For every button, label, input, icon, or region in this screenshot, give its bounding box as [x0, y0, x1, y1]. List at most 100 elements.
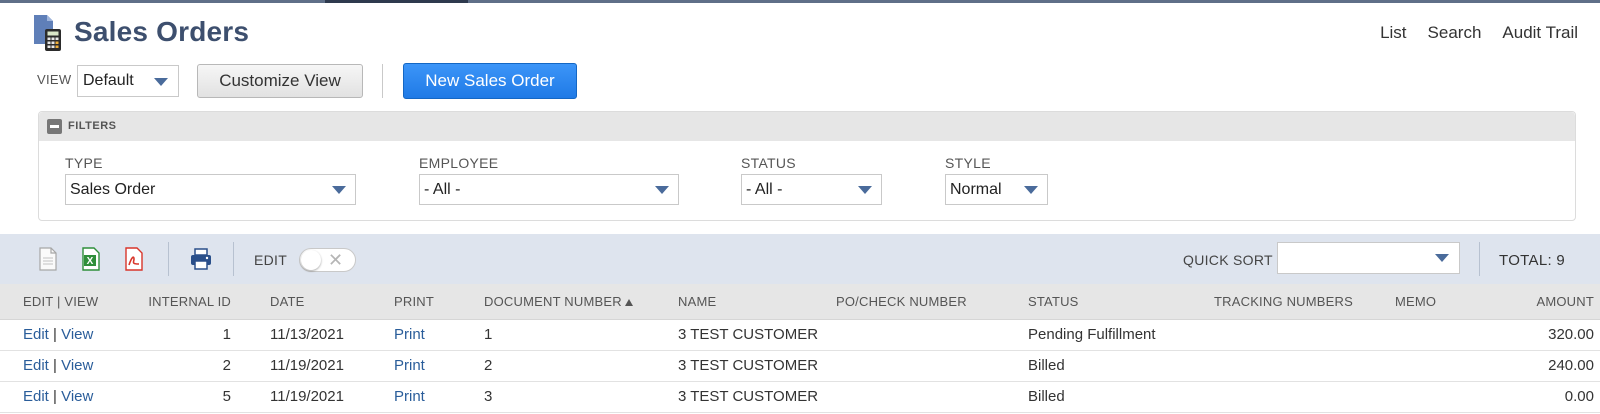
new-document-icon[interactable]	[37, 247, 59, 271]
date-cell: 11/19/2021	[240, 350, 375, 382]
document-number-cell: 1	[457, 319, 657, 351]
print-link[interactable]: Print	[394, 357, 425, 374]
export-excel-icon[interactable]: X	[80, 247, 102, 271]
edit-link[interactable]: Edit	[23, 357, 49, 374]
link-separator: |	[53, 388, 57, 405]
list-link[interactable]: List	[1380, 23, 1406, 43]
name-cell: 3 TEST CUSTOMER	[657, 319, 836, 351]
column-header-po-check-number[interactable]: PO/CHECK NUMBER	[836, 284, 1015, 320]
filter-status-label: STATUS	[741, 155, 796, 171]
column-header-status[interactable]: STATUS	[1015, 284, 1201, 320]
column-header-amount[interactable]: AMOUNT	[1461, 284, 1600, 320]
link-separator: |	[53, 326, 57, 343]
page-header: Sales Orders List Search Audit Trail	[0, 3, 1600, 58]
view-select-value: Default	[83, 72, 134, 89]
edit-view-cell: Edit | View	[0, 350, 133, 382]
print-link[interactable]: Print	[394, 326, 425, 343]
page-title: Sales Orders	[74, 16, 250, 47]
inline-edit-toggle[interactable]: ✕	[299, 248, 356, 272]
new-sales-order-button[interactable]: New Sales Order	[403, 63, 577, 99]
edit-link[interactable]: Edit	[23, 388, 49, 405]
filter-status-select[interactable]: - All -	[741, 174, 882, 205]
view-toolbar: VIEW Default Customize View New Sales Or…	[0, 62, 1600, 102]
toolbar-divider	[168, 242, 169, 276]
column-header-internal-id[interactable]: INTERNAL ID	[133, 284, 240, 320]
filter-employee: EMPLOYEE - All -	[419, 155, 679, 205]
print-link[interactable]: Print	[394, 388, 425, 405]
sales-orders-table: EDIT | VIEW INTERNAL ID DATE PRINT DOCUM…	[0, 284, 1600, 413]
date-cell: 11/13/2021	[240, 319, 375, 351]
column-header-document-number[interactable]: DOCUMENT NUMBER	[457, 284, 657, 320]
filter-status-value: - All -	[746, 181, 783, 198]
table-header-row: EDIT | VIEW INTERNAL ID DATE PRINT DOCUM…	[0, 284, 1600, 320]
internal-id-cell: 2	[133, 350, 240, 382]
export-pdf-icon[interactable]	[123, 247, 145, 271]
link-separator: |	[53, 357, 57, 374]
edit-link[interactable]: Edit	[23, 326, 49, 343]
status-cell: Pending Fulfillment	[1015, 319, 1201, 351]
filter-status: STATUS - All -	[741, 155, 882, 205]
amount-cell: 0.00	[1461, 381, 1600, 413]
column-header-edit-view: EDIT | VIEW	[0, 284, 133, 320]
filters-header[interactable]: FILTERS	[39, 112, 1575, 141]
toolbar-divider	[233, 242, 234, 276]
chevron-down-icon	[1024, 186, 1038, 194]
toolbar-divider	[382, 64, 383, 98]
filter-type-value: Sales Order	[70, 181, 156, 198]
status-cell: Billed	[1015, 381, 1201, 413]
grid-toolbar: X EDIT ✕ QUICK SORT TOTAL: 9	[0, 234, 1600, 284]
view-link[interactable]: View	[61, 357, 93, 374]
po-check-number-cell	[836, 350, 1015, 382]
document-number-cell: 3	[457, 381, 657, 413]
tracking-numbers-cell	[1201, 319, 1386, 351]
memo-cell	[1386, 350, 1461, 382]
customize-view-button[interactable]: Customize View	[197, 64, 363, 98]
column-header-memo[interactable]: MEMO	[1386, 284, 1461, 320]
view-link[interactable]: View	[61, 388, 93, 405]
print-icon[interactable]	[189, 247, 213, 271]
filter-type: TYPE Sales Order	[65, 155, 356, 205]
view-select[interactable]: Default	[77, 65, 179, 97]
close-icon: ✕	[328, 250, 344, 270]
chevron-down-icon	[858, 186, 872, 194]
audit-trail-link[interactable]: Audit Trail	[1502, 23, 1578, 43]
edit-label: EDIT	[254, 252, 288, 268]
filter-style-select[interactable]: Normal	[945, 174, 1048, 205]
status-cell: Billed	[1015, 350, 1201, 382]
edit-view-cell: Edit | View	[0, 381, 133, 413]
table-row: Edit | View 1 11/13/2021 Print 1 3 TEST …	[0, 319, 1600, 351]
view-link[interactable]: View	[61, 326, 93, 343]
filter-employee-label: EMPLOYEE	[419, 155, 499, 171]
document-number-cell: 2	[457, 350, 657, 382]
internal-id-cell: 1	[133, 319, 240, 351]
filters-title: FILTERS	[68, 120, 117, 132]
filter-employee-select[interactable]: - All -	[419, 174, 679, 205]
name-cell: 3 TEST CUSTOMER	[657, 381, 836, 413]
column-header-tracking-numbers[interactable]: TRACKING NUMBERS	[1201, 284, 1386, 320]
sort-ascending-icon	[624, 298, 633, 306]
search-link[interactable]: Search	[1428, 23, 1482, 43]
date-cell: 11/19/2021	[240, 381, 375, 413]
filter-type-select[interactable]: Sales Order	[65, 174, 356, 205]
table-row: Edit | View 2 11/19/2021 Print 2 3 TEST …	[0, 350, 1600, 382]
chevron-down-icon	[655, 186, 669, 194]
table-row: Edit | View 5 11/19/2021 Print 3 3 TEST …	[0, 381, 1600, 413]
quick-sort-select[interactable]	[1277, 242, 1460, 274]
filter-employee-value: - All -	[424, 181, 461, 198]
column-header-date[interactable]: DATE	[240, 284, 375, 320]
column-header-name[interactable]: NAME	[657, 284, 836, 320]
tracking-numbers-cell	[1201, 350, 1386, 382]
chevron-down-icon	[332, 186, 346, 194]
filter-type-label: TYPE	[65, 155, 103, 171]
tracking-numbers-cell	[1201, 381, 1386, 413]
filter-style-label: STYLE	[945, 155, 991, 171]
sales-order-calculator-icon	[32, 14, 64, 52]
collapse-minus-icon[interactable]	[47, 119, 62, 134]
po-check-number-cell	[836, 319, 1015, 351]
name-cell: 3 TEST CUSTOMER	[657, 350, 836, 382]
memo-cell	[1386, 381, 1461, 413]
amount-cell: 320.00	[1461, 319, 1600, 351]
quick-sort-label: QUICK SORT	[1183, 252, 1273, 268]
chevron-down-icon	[1435, 254, 1449, 262]
column-header-document-number-label: DOCUMENT NUMBER	[484, 293, 622, 309]
